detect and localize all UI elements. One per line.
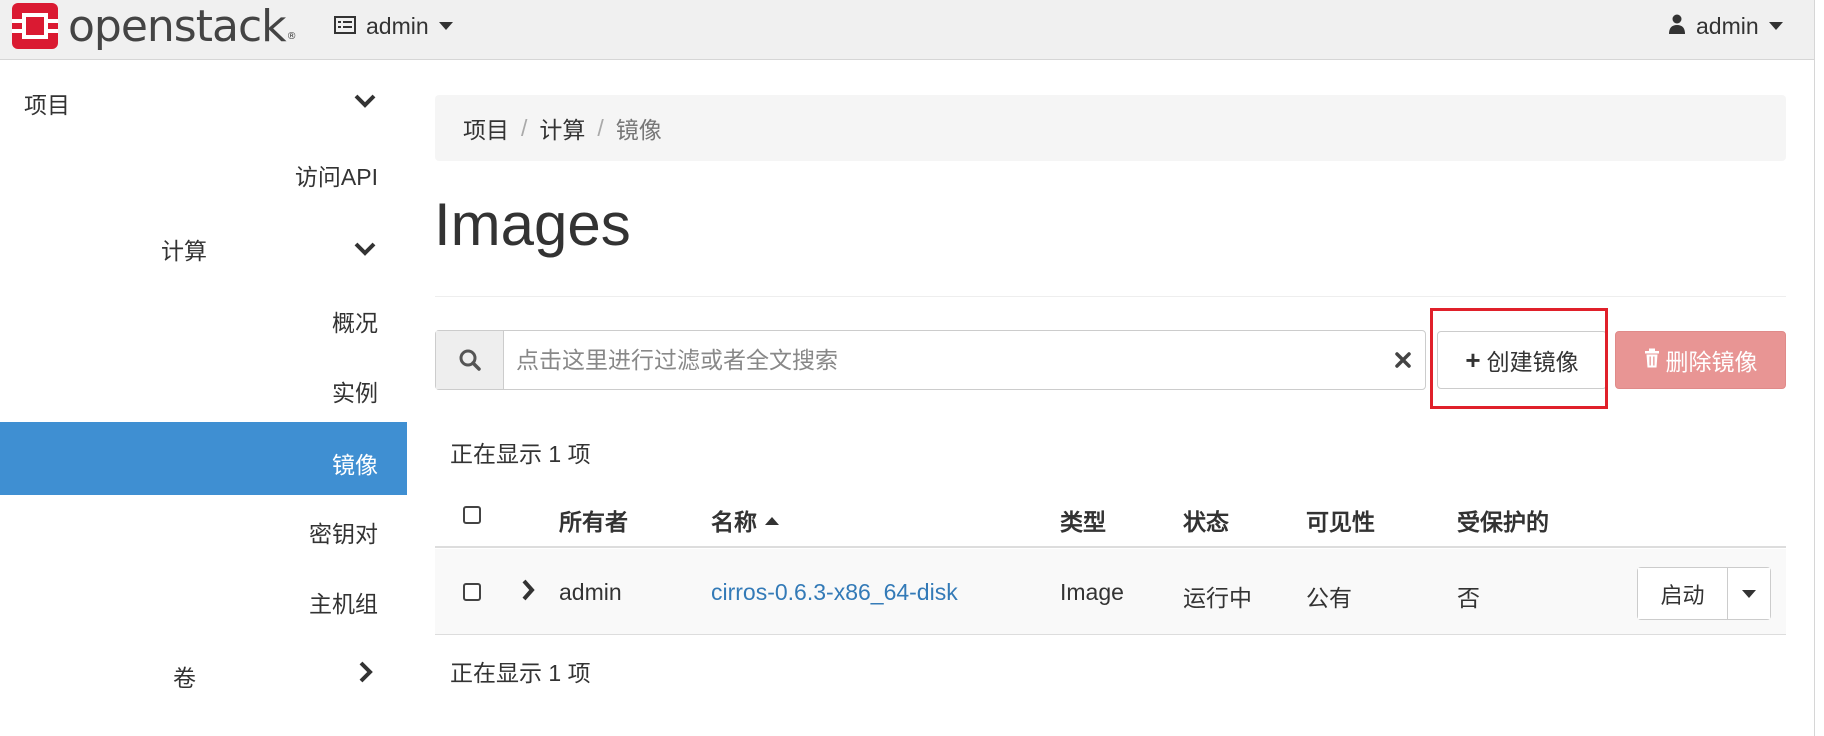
sidebar-item-project[interactable]: 项目 [0, 74, 407, 124]
more-actions-button[interactable] [1728, 568, 1770, 619]
column-owner[interactable]: 所有者 [559, 503, 628, 537]
cell-name-link[interactable]: cirros-0.6.3-x86_64-disk [711, 579, 958, 606]
chevron-down-icon [438, 22, 453, 30]
sidebar-item-label: 访问API [294, 164, 378, 190]
chevron-down-icon [1768, 22, 1783, 30]
expand-row-icon[interactable] [521, 579, 535, 606]
cell-owner: admin [559, 579, 622, 605]
sidebar: 项目 访问API 计算 概况 实例 镜像 密钥对 主机组 卷 [0, 60, 407, 736]
server-icon [334, 13, 356, 40]
sidebar-item-label: 概况 [332, 310, 378, 336]
breadcrumb-separator: / [597, 114, 604, 141]
user-icon [1668, 13, 1686, 40]
sidebar-item-label: 计算 [161, 238, 207, 264]
chevron-right-icon [358, 661, 374, 689]
sort-ascending-icon [765, 517, 779, 525]
sidebar-item-label: 镜像 [332, 452, 378, 478]
page-title: Images [434, 191, 631, 258]
project-name: admin [366, 12, 429, 39]
sidebar-item-label: 卷 [173, 665, 196, 691]
sidebar-item-label: 项目 [24, 92, 70, 118]
sidebar-item-volumes[interactable]: 卷 [0, 647, 407, 697]
sidebar-item-server-groups[interactable]: 主机组 [0, 573, 407, 623]
table-row: admin cirros-0.6.3-x86_64-disk Image 运行中… [435, 549, 1786, 635]
chevron-down-icon [354, 88, 376, 115]
cell-visibility: 公有 [1306, 585, 1352, 611]
chevron-down-icon [354, 236, 376, 263]
cell-type: Image [1060, 579, 1124, 605]
row-action-group: 启动 [1637, 567, 1771, 620]
sidebar-item-overview[interactable]: 概况 [0, 292, 407, 342]
filter-search-box [435, 330, 1426, 390]
column-visibility[interactable]: 可见性 [1306, 503, 1375, 537]
user-menu[interactable]: admin [1668, 8, 1783, 44]
item-count-top: 正在显示 1 项 [450, 441, 591, 467]
sidebar-item-access-api[interactable]: 访问API [0, 146, 407, 196]
top-navbar: openstack® admin admin [0, 0, 1814, 60]
title-divider [435, 296, 1786, 297]
sidebar-item-label: 密钥对 [309, 521, 378, 547]
column-type[interactable]: 类型 [1060, 503, 1106, 537]
openstack-logo[interactable]: openstack® [12, 0, 297, 52]
breadcrumb: 项目 / 计算 / 镜像 [435, 95, 1786, 161]
sidebar-item-keypairs[interactable]: 密钥对 [0, 503, 407, 553]
breadcrumb-item-images: 镜像 [615, 117, 662, 143]
breadcrumb-separator: / [521, 114, 528, 141]
clear-icon[interactable] [1391, 348, 1415, 372]
sidebar-item-instances[interactable]: 实例 [0, 362, 407, 412]
user-name: admin [1696, 12, 1759, 39]
table-header: 所有者 名称 类型 状态 可见性 受保护的 [435, 486, 1786, 548]
cell-status: 运行中 [1183, 585, 1252, 611]
search-icon [436, 331, 504, 389]
sidebar-item-images[interactable]: 镜像 [0, 422, 407, 495]
brand-name: openstack® [68, 0, 297, 52]
column-name[interactable]: 名称 [711, 503, 779, 537]
delete-image-label: 删除镜像 [1665, 349, 1758, 375]
openstack-logo-icon [12, 3, 62, 49]
trash-icon [1644, 347, 1660, 374]
sidebar-item-label: 实例 [332, 380, 378, 406]
sidebar-item-label: 主机组 [309, 591, 378, 617]
column-protected[interactable]: 受保护的 [1457, 503, 1549, 537]
chevron-down-icon [1742, 589, 1756, 598]
delete-image-button[interactable]: 删除镜像 [1615, 331, 1786, 389]
project-selector[interactable]: admin [334, 8, 453, 44]
breadcrumb-item-compute[interactable]: 计算 [539, 111, 585, 145]
item-count-bottom: 正在显示 1 项 [450, 660, 591, 686]
column-status[interactable]: 状态 [1183, 503, 1229, 537]
window-edge [1814, 0, 1824, 736]
select-all-checkbox[interactable] [463, 506, 481, 524]
sidebar-item-compute[interactable]: 计算 [0, 220, 407, 270]
launch-button[interactable]: 启动 [1638, 568, 1728, 619]
highlight-annotation [1430, 308, 1608, 409]
breadcrumb-item-project[interactable]: 项目 [463, 111, 509, 145]
cell-protected: 否 [1457, 585, 1480, 611]
row-checkbox[interactable] [463, 583, 481, 601]
search-input[interactable] [516, 331, 1356, 389]
